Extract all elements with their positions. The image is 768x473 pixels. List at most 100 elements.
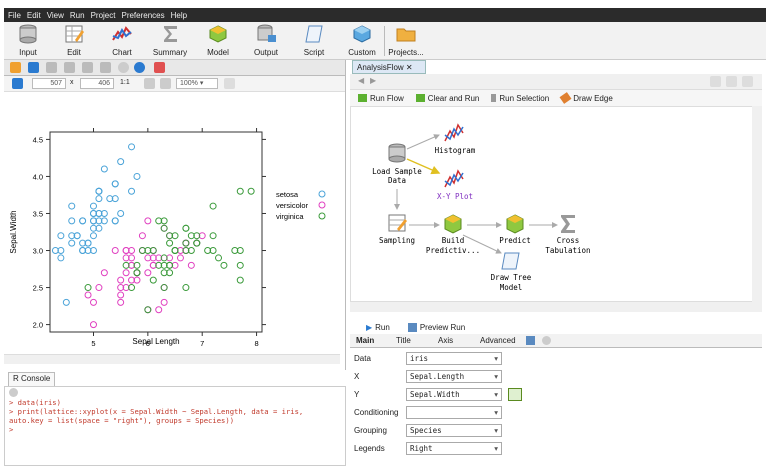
y-tick-label: 2.5: [33, 284, 43, 293]
menu-edit[interactable]: Edit: [27, 11, 41, 20]
layout-icon[interactable]: [742, 76, 753, 87]
flow-node-xy-plot[interactable]: X-Y Plot: [437, 169, 473, 201]
aspect-ratio-label[interactable]: 1:1: [120, 79, 130, 86]
y-axis-label: Sepal.Width: [9, 210, 18, 253]
zoom-in-icon[interactable]: [144, 78, 155, 89]
help-icon[interactable]: [134, 62, 145, 73]
tab-axis[interactable]: Axis: [438, 336, 453, 345]
y-select[interactable]: Sepal.Width ▾: [406, 388, 502, 401]
flow-node-histogram[interactable]: Histogram: [435, 123, 476, 155]
run-selection-button[interactable]: Run Selection: [491, 94, 549, 103]
run-icon[interactable]: ▶: [366, 323, 372, 332]
legends-select[interactable]: Right ▾: [406, 442, 502, 455]
menu-preferences[interactable]: Preferences: [121, 11, 164, 20]
data-select[interactable]: iris ▾: [406, 352, 502, 365]
console-prompt[interactable]: >: [9, 425, 345, 434]
flow-vertical-scrollbar[interactable]: [752, 106, 762, 302]
plot-horizontal-scrollbar[interactable]: [4, 354, 340, 364]
settings-icon[interactable]: [224, 78, 235, 89]
record-icon[interactable]: [118, 62, 129, 73]
run-button[interactable]: Run: [375, 323, 390, 332]
script-button[interactable]: Script: [292, 24, 336, 58]
tab-advanced[interactable]: Advanced: [480, 336, 516, 345]
chart-tab-icon[interactable]: [154, 62, 165, 73]
preview-run-button[interactable]: Preview Run: [420, 323, 465, 332]
analysis-flow-tab[interactable]: AnalysisFlow ✕: [352, 60, 426, 74]
y-tick-label: 3.0: [33, 247, 43, 256]
input-button[interactable]: Input: [6, 24, 50, 58]
flow-node-load[interactable]: Load Sample Data: [372, 143, 422, 185]
swap-xy-icon[interactable]: [508, 388, 522, 401]
flow-nav-bar: ◀ ▶: [350, 74, 762, 90]
prop-row-legends: Legends Right ▾: [350, 440, 754, 458]
clear-run-icon: [415, 94, 425, 102]
copy-icon[interactable]: [100, 62, 111, 73]
settings-tab-icon[interactable]: [542, 336, 551, 345]
save-icon[interactable]: [28, 62, 39, 73]
run-flow-icon: [358, 94, 367, 102]
chevron-down-icon: ▾: [494, 390, 498, 399]
grouping-select[interactable]: Species ▾: [406, 424, 502, 437]
flow-settings-icon[interactable]: [726, 76, 737, 87]
plot-size-toolbar: 507 x 406 1:1 100% ▾: [4, 76, 345, 92]
console-line: > print(lattice::xyplot(x = Sepal.Width …: [9, 407, 304, 416]
run-flow-button[interactable]: Run Flow: [358, 94, 404, 103]
menu-run[interactable]: Run: [70, 11, 85, 20]
flow-horizontal-scrollbar[interactable]: [350, 302, 762, 312]
menu-project[interactable]: Project: [91, 11, 116, 20]
model-button[interactable]: Model: [196, 24, 240, 58]
zoom-select[interactable]: 100% ▾: [176, 78, 218, 89]
flow-node-predict[interactable]: Predict: [499, 214, 531, 245]
chart-button[interactable]: Chart: [100, 24, 144, 58]
output-button[interactable]: Output: [244, 24, 288, 58]
r-console-tab[interactable]: R Console: [8, 372, 56, 386]
menu-view[interactable]: View: [47, 11, 64, 20]
prop-row-grouping: Grouping Species ▾: [350, 422, 754, 440]
flow-node-build-predictive[interactable]: Build Predictiv...: [426, 214, 480, 255]
output-tab-icon[interactable]: [10, 62, 21, 73]
plot-width-field[interactable]: 507: [32, 78, 66, 89]
script-tab-icon[interactable]: [526, 336, 535, 345]
menu-file[interactable]: File: [8, 11, 21, 20]
tab-main[interactable]: Main: [356, 336, 374, 345]
forward-icon[interactable]: ▶: [370, 76, 376, 85]
x-select[interactable]: Sepal.Length ▾: [406, 370, 502, 383]
fit-icon[interactable]: [12, 78, 23, 89]
data-point-setosa: [89, 232, 97, 240]
flow-canvas[interactable]: Load Sample Data Histogram X-Y Plot Samp…: [350, 106, 754, 302]
projects-button[interactable]: Projects...: [382, 24, 430, 58]
zoom-out-small-icon[interactable]: [160, 78, 171, 89]
back-icon[interactable]: ◀: [358, 76, 364, 85]
data-point-virginica: [236, 261, 244, 269]
print-icon[interactable]: [82, 62, 93, 73]
r-console[interactable]: > data(iris) > print(lattice::xyplot(x =…: [4, 386, 346, 466]
menu-help[interactable]: Help: [171, 11, 187, 20]
console-clear-icon[interactable]: [9, 388, 18, 397]
data-point-setosa: [62, 298, 70, 306]
custom-button[interactable]: Custom: [340, 24, 384, 58]
grid-icon[interactable]: [710, 76, 721, 87]
node-label: Sampling: [379, 236, 415, 245]
conditioning-select[interactable]: ▾: [406, 406, 502, 419]
summary-button[interactable]: Summary: [148, 24, 192, 58]
database-icon: [19, 24, 37, 44]
plot-tab-strip: [4, 60, 345, 76]
flow-node-draw-tree[interactable]: Draw Tree Model: [491, 252, 532, 292]
data-point-versicolor: [144, 217, 152, 225]
zoom-icon[interactable]: [46, 62, 57, 73]
plot-height-field[interactable]: 406: [80, 78, 114, 89]
flow-action-bar: Run Flow Clear and Run Run Selection Dra…: [350, 90, 762, 106]
draw-edge-button[interactable]: Draw Edge: [559, 92, 613, 104]
data-point-versicolor: [160, 298, 168, 306]
y-tick-label: 4.0: [33, 172, 43, 181]
console-line: > data(iris): [9, 398, 61, 407]
zoom-out-icon[interactable]: [64, 62, 75, 73]
data-point-setosa: [68, 239, 76, 247]
flow-node-cross-tabulation[interactable]: Cross Tabulation: [545, 215, 591, 255]
data-point-virginica: [182, 284, 190, 292]
data-point-virginica: [144, 306, 152, 314]
flow-node-sampling[interactable]: Sampling: [379, 214, 415, 245]
tab-title[interactable]: Title: [396, 336, 411, 345]
edit-button[interactable]: Edit: [52, 24, 96, 58]
clear-and-run-button[interactable]: Clear and Run: [415, 94, 479, 103]
